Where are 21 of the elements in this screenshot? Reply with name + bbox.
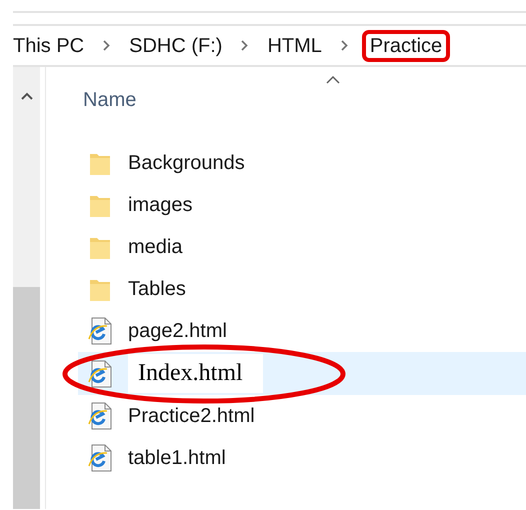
file-name: Practice2.html: [128, 404, 255, 428]
breadcrumb-item[interactable]: SDHC (F:): [129, 32, 222, 58]
breadcrumb-item[interactable]: HTML: [267, 32, 322, 58]
file-row[interactable]: Practice2.html: [78, 395, 526, 437]
breadcrumb-item[interactable]: Practice: [362, 30, 450, 62]
file-name: images: [128, 194, 192, 216]
column-header[interactable]: Name: [83, 89, 136, 112]
file-row[interactable]: media: [78, 226, 526, 268]
file-name: media: [128, 236, 182, 258]
file-name: Index.html: [128, 354, 263, 393]
file-name: Backgrounds: [128, 152, 245, 174]
file-row[interactable]: page2.html: [78, 310, 526, 352]
file-row[interactable]: Tables: [78, 268, 526, 310]
file-row[interactable]: Index.html: [78, 352, 526, 395]
file-name: table1.html: [128, 446, 226, 470]
file-row[interactable]: table1.html: [78, 437, 526, 479]
file-row[interactable]: images: [78, 184, 526, 226]
file-name: page2.html: [128, 320, 227, 342]
file-row[interactable]: Backgrounds: [78, 142, 526, 184]
breadcrumb-item[interactable]: This PC: [13, 32, 84, 58]
file-name: Tables: [128, 278, 186, 300]
